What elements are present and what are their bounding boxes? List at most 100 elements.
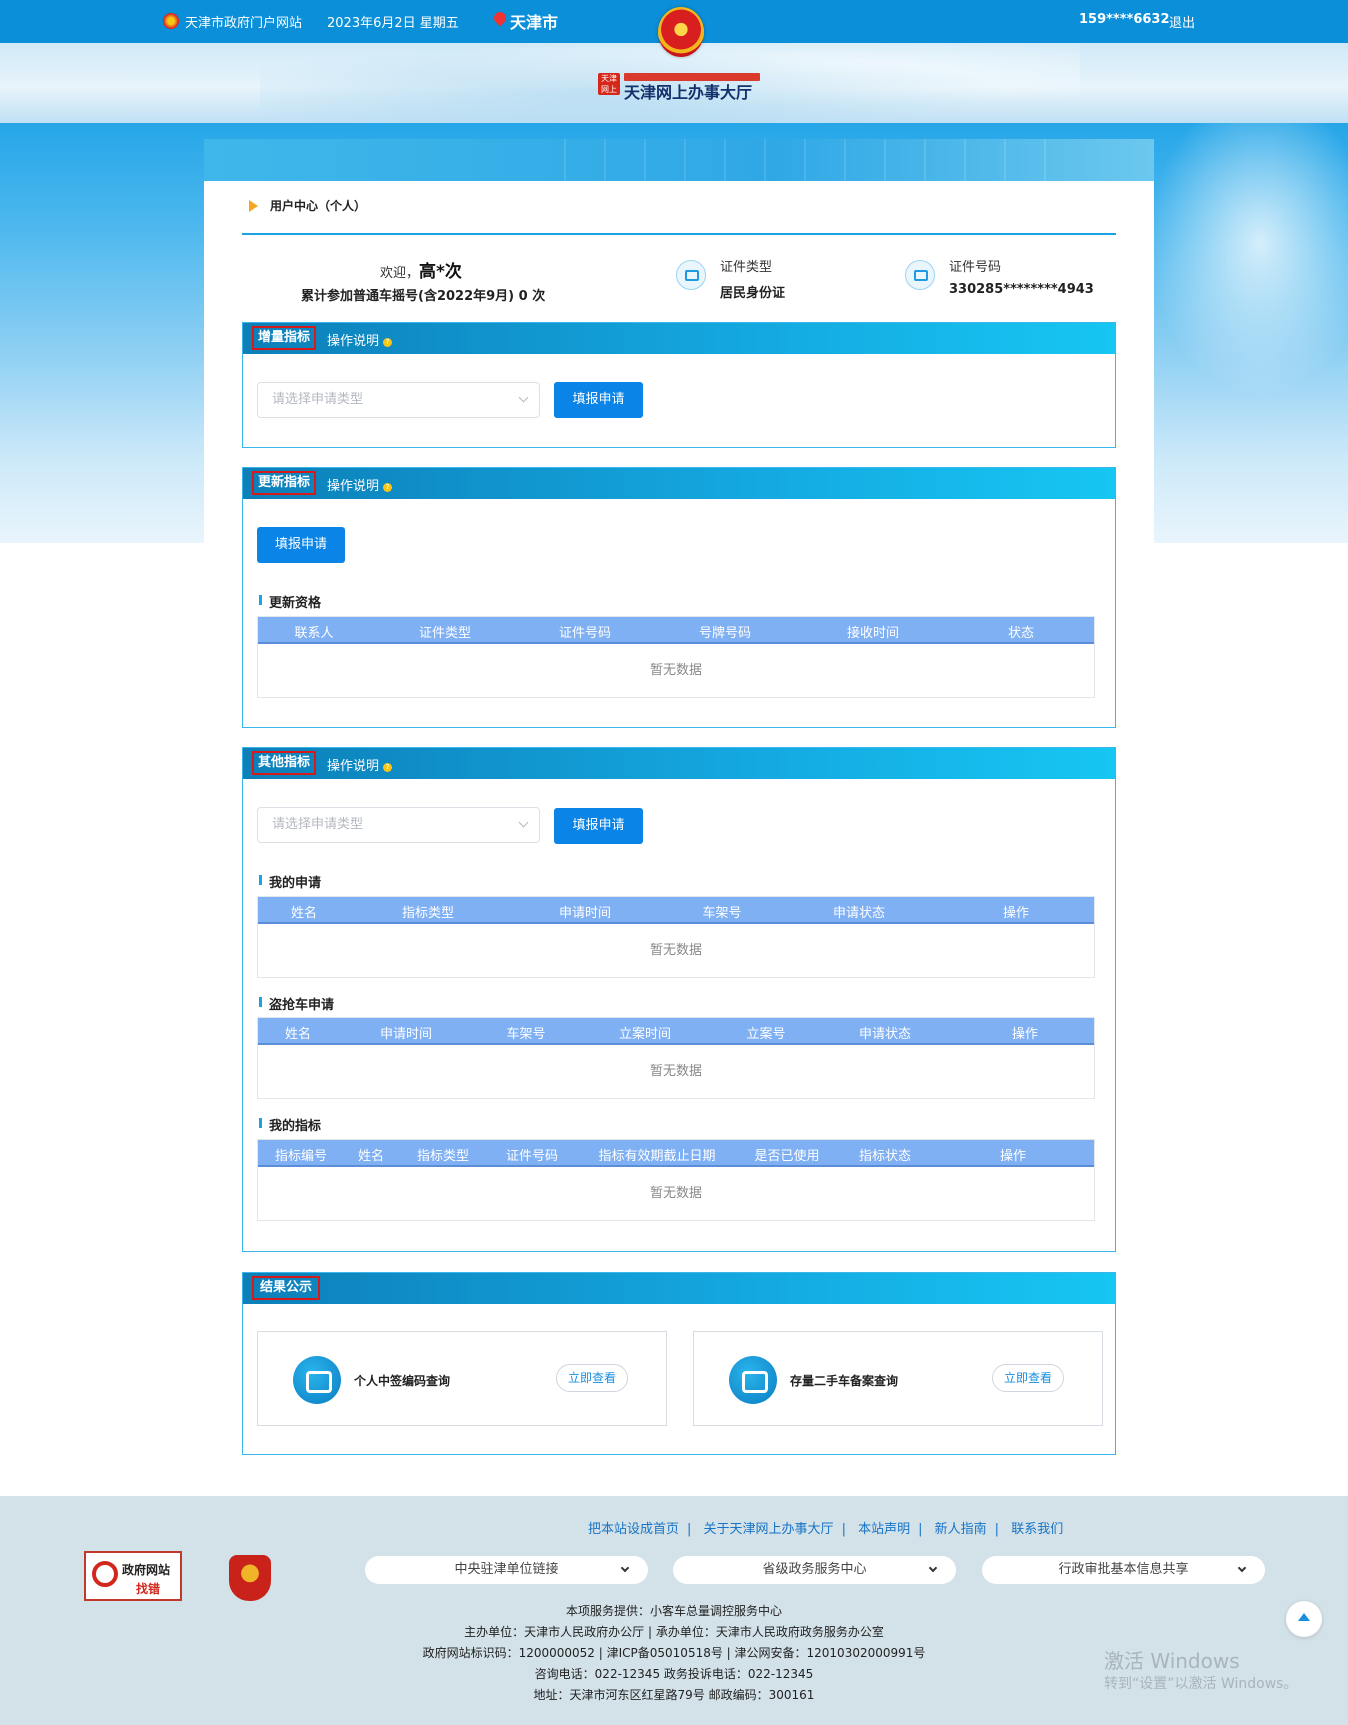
find-error-badge[interactable]: 政府网站 找错 — [84, 1551, 182, 1601]
table-header: 姓名 申请时间 车架号 立案时间 立案号 申请状态 操作 — [258, 1018, 1094, 1045]
column-header: 操作 — [1002, 906, 1030, 921]
footer-link-statement[interactable]: 本站声明 — [858, 1522, 910, 1537]
column-header: 联系人 — [294, 626, 334, 641]
column-header: 证件号码 — [558, 626, 612, 641]
site-logo-badge: 天津网上 — [598, 73, 620, 95]
column-header: 车架号 — [702, 906, 742, 921]
section-tag-results: 结果公示 — [252, 1276, 321, 1300]
table-header: 姓名 指标类型 申请时间 车架号 申请状态 操作 — [258, 897, 1094, 924]
section-header: 增量指标 操作说明? — [243, 323, 1115, 354]
help-link[interactable]: 操作说明? — [327, 475, 393, 494]
user-name: 高*次 — [419, 262, 462, 282]
scale-icon — [729, 1356, 777, 1404]
fill-apply-button[interactable]: 填报申请 — [554, 808, 643, 844]
chevron-down-icon — [928, 1563, 938, 1573]
column-header: 姓名 — [357, 1149, 385, 1164]
result-card-used-car: 存量二手车备案查询 立即查看 — [693, 1331, 1103, 1426]
id-number-value: 330285********4943 — [949, 282, 1094, 297]
question-icon: ? — [383, 483, 393, 492]
help-link[interactable]: 操作说明? — [327, 330, 393, 349]
column-header: 申请时间 — [379, 1027, 433, 1042]
title-divider — [242, 233, 1116, 235]
renew-qualification-title: 更新资格 — [259, 592, 321, 611]
view-now-button[interactable]: 立即查看 — [992, 1364, 1064, 1392]
column-header: 姓名 — [284, 1027, 312, 1042]
site-logo-title[interactable]: 天津网上办事大厅 — [624, 79, 752, 103]
footer-link-guide[interactable]: 新人指南 — [935, 1522, 987, 1537]
apply-type-select[interactable]: 请选择申请类型 — [257, 807, 540, 843]
question-icon: ? — [383, 763, 393, 772]
my-index-table: 指标编号 姓名 指标类型 证件号码 指标有效期截止日期 是否已使用 指标状态 操… — [257, 1139, 1095, 1221]
party-emblem-icon[interactable] — [229, 1555, 271, 1601]
renew-table: 联系人 证件类型 证件号码 号牌号码 接收时间 状态 暂无数据 — [257, 616, 1095, 698]
emblem-small-icon — [163, 13, 179, 29]
footer-link-contact[interactable]: 联系我们 — [1011, 1522, 1063, 1537]
user-phone[interactable]: 159****6632 — [1079, 12, 1170, 27]
question-icon: ? — [383, 338, 393, 347]
view-now-button[interactable]: 立即查看 — [556, 1364, 628, 1392]
section-tag-increment: 增量指标 — [252, 326, 317, 350]
column-header: 指标有效期截止日期 — [598, 1149, 716, 1164]
fill-apply-button[interactable]: 填报申请 — [257, 527, 345, 563]
chevron-down-icon — [1237, 1563, 1247, 1573]
lottery-count: 累计参加普通车摇号(含2022年9月) 0 次 — [301, 289, 546, 304]
section-header: 更新指标 操作说明? — [243, 468, 1115, 499]
back-to-top-button[interactable] — [1286, 1601, 1322, 1637]
column-header: 证件号码 — [505, 1149, 559, 1164]
footer-sponsor: 主办单位：天津市人民政府办公厅 | 承办单位：天津市人民政府政务服务办公室 — [464, 1625, 884, 1639]
column-header: 车架号 — [506, 1027, 546, 1042]
fill-apply-button[interactable]: 填报申请 — [554, 382, 643, 418]
result-card-lottery-code: 个人中签编码查询 立即查看 — [257, 1331, 667, 1426]
apply-type-select[interactable]: 请选择申请类型 — [257, 382, 540, 418]
help-link[interactable]: 操作说明? — [327, 755, 393, 774]
activation-watermark-text: 转到“设置”以激活 Windows。 — [1104, 1676, 1298, 1692]
panel-header-decoration — [204, 139, 1154, 181]
column-header: 是否已使用 — [754, 1149, 820, 1164]
id-number-icon — [905, 260, 935, 290]
city-selector[interactable]: 天津市 — [510, 9, 558, 33]
my-index-title: 我的指标 — [259, 1115, 321, 1134]
column-header: 申请时间 — [558, 906, 612, 921]
column-header: 姓名 — [290, 906, 318, 921]
footer-select-central[interactable]: 中央驻津单位链接 — [365, 1556, 648, 1584]
column-header: 接收时间 — [846, 626, 900, 641]
welcome-text: 欢迎，高*次 — [380, 262, 462, 282]
id-type-label: 证件类型 — [720, 260, 773, 275]
table-header: 联系人 证件类型 证件号码 号牌号码 接收时间 状态 — [258, 617, 1094, 644]
empty-state: 暂无数据 — [649, 1186, 702, 1201]
footer-select-provincial[interactable]: 省级政务服务中心 — [673, 1556, 956, 1584]
column-header: 申请状态 — [832, 906, 886, 921]
footer-link-homepage[interactable]: 把本站设成首页 — [588, 1522, 679, 1537]
activation-watermark-title: 激活 Windows — [1104, 1649, 1240, 1673]
chevron-down-icon — [620, 1563, 630, 1573]
column-header: 指标类型 — [416, 1149, 470, 1164]
section-header: 其他指标 操作说明? — [243, 748, 1115, 779]
footer-select-approval[interactable]: 行政审批基本信息共享 — [982, 1556, 1265, 1584]
location-pin-icon — [491, 9, 509, 27]
logout-link[interactable]: 退出 — [1169, 12, 1195, 31]
magnifier-icon — [92, 1561, 118, 1587]
footer-link-about[interactable]: 关于天津网上办事大厅 — [704, 1522, 834, 1537]
portal-link[interactable]: 天津市政府门户网站 — [185, 12, 302, 31]
national-emblem-icon — [658, 7, 704, 57]
my-apply-title: 我的申请 — [259, 872, 321, 891]
empty-state: 暂无数据 — [649, 663, 702, 678]
empty-state: 暂无数据 — [649, 943, 702, 958]
column-header: 操作 — [1011, 1027, 1039, 1042]
table-header: 指标编号 姓名 指标类型 证件号码 指标有效期截止日期 是否已使用 指标状态 操… — [258, 1140, 1094, 1167]
section-tag-renew: 更新指标 — [252, 471, 317, 495]
column-header: 指标状态 — [858, 1149, 912, 1164]
column-header: 申请状态 — [858, 1027, 912, 1042]
id-card-icon — [676, 260, 706, 290]
section-header: 结果公示 — [243, 1273, 1115, 1304]
column-header: 立案时间 — [618, 1027, 672, 1042]
footer-links: 把本站设成首页 | 关于天津网上办事大厅 | 本站声明 | 新人指南 | 联系我们 — [588, 1522, 1064, 1537]
arrow-right-icon — [249, 200, 258, 212]
column-header: 号牌号码 — [698, 626, 752, 641]
stolen-apply-title: 盗抢车申请 — [259, 994, 334, 1013]
stolen-apply-table: 姓名 申请时间 车架号 立案时间 立案号 申请状态 操作 暂无数据 — [257, 1017, 1095, 1099]
my-apply-table: 姓名 指标类型 申请时间 车架号 申请状态 操作 暂无数据 — [257, 896, 1095, 978]
section-tag-other: 其他指标 — [252, 751, 317, 775]
date-text: 2023年6月2日 星期五 — [327, 16, 459, 31]
column-header: 指标类型 — [401, 906, 455, 921]
